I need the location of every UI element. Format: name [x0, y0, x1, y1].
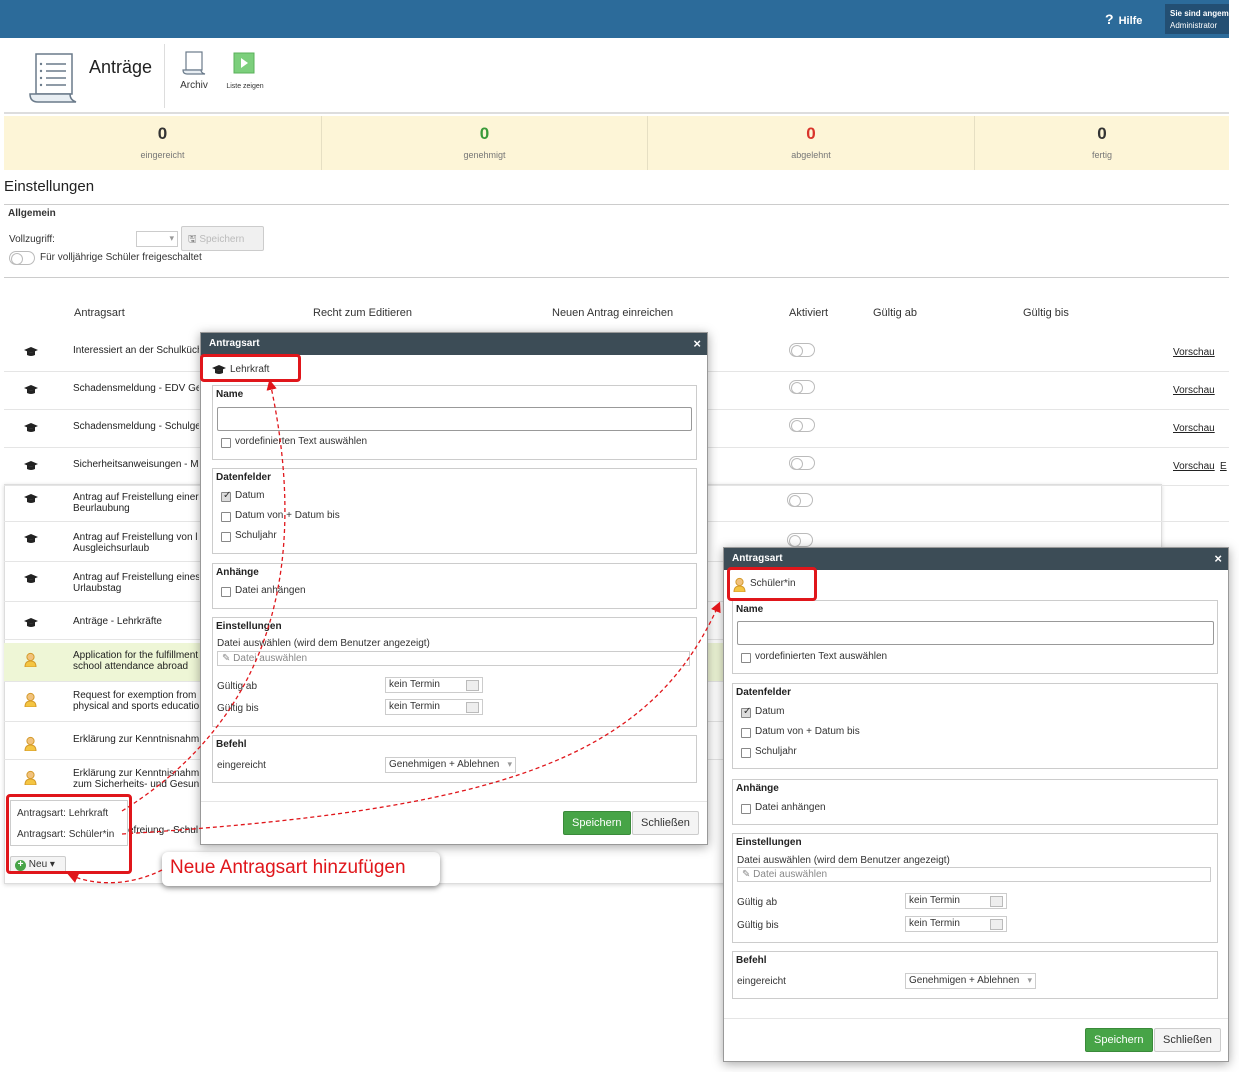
arrow-to-student — [121, 601, 721, 835]
arrow-to-teacher — [121, 379, 286, 812]
annotation-arrows — [67, 379, 721, 884]
arrow-to-new-button — [67, 869, 163, 884]
